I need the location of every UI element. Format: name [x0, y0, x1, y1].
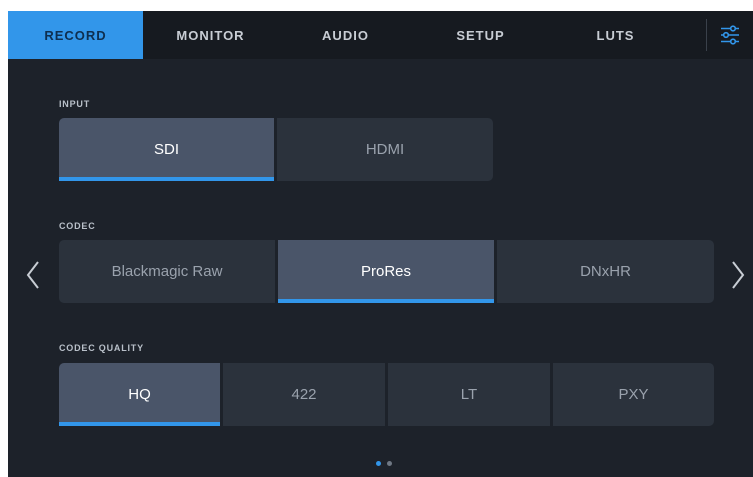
quality-422-button[interactable]: 422: [223, 363, 385, 426]
codec-options: Blackmagic Raw ProRes DNxHR: [59, 240, 714, 303]
quality-pxy-button[interactable]: PXY: [553, 363, 714, 426]
codec-prores-button[interactable]: ProRes: [278, 240, 494, 303]
tab-record[interactable]: RECORD: [8, 11, 143, 59]
codec-dnxhr-button[interactable]: DNxHR: [497, 240, 714, 303]
tab-audio[interactable]: AUDIO: [278, 11, 413, 59]
chevron-left-icon: [26, 261, 39, 289]
page-indicator: [376, 461, 392, 466]
tab-bar-spacer: [683, 11, 706, 59]
input-label: INPUT: [59, 99, 90, 109]
page-dot-2[interactable]: [387, 461, 392, 466]
codec-quality-label: CODEC QUALITY: [59, 343, 144, 353]
next-page-button[interactable]: [727, 257, 749, 293]
page-dot-1[interactable]: [376, 461, 381, 466]
tab-luts[interactable]: LUTS: [548, 11, 683, 59]
record-settings-screen: RECORD MONITOR AUDIO SETUP LUTS INPUT SD…: [8, 11, 753, 477]
tab-bar: RECORD MONITOR AUDIO SETUP LUTS: [8, 11, 753, 59]
chevron-right-icon: [732, 261, 745, 289]
codec-blackmagic-raw-button[interactable]: Blackmagic Raw: [59, 240, 275, 303]
menu-button[interactable]: [707, 11, 753, 59]
codec-quality-options: HQ 422 LT PXY: [59, 363, 714, 426]
input-hdmi-button[interactable]: HDMI: [277, 118, 493, 181]
previous-page-button[interactable]: [22, 257, 44, 293]
codec-label: CODEC: [59, 221, 96, 231]
tab-setup[interactable]: SETUP: [413, 11, 548, 59]
input-sdi-button[interactable]: SDI: [59, 118, 274, 181]
sliders-icon: [721, 25, 739, 45]
quality-hq-button[interactable]: HQ: [59, 363, 220, 426]
input-options: SDI HDMI: [59, 118, 493, 181]
tab-monitor[interactable]: MONITOR: [143, 11, 278, 59]
quality-lt-button[interactable]: LT: [388, 363, 550, 426]
